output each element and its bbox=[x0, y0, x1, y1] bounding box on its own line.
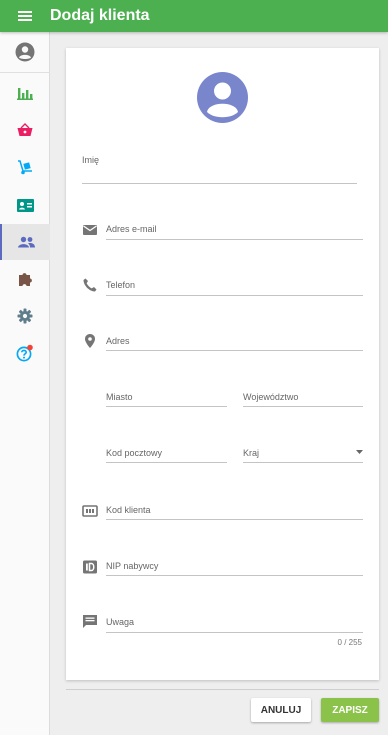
phone-label: Telefon bbox=[106, 280, 136, 290]
email-field[interactable]: Adres e-mail bbox=[106, 218, 363, 240]
first-name-field[interactable]: Imię bbox=[82, 148, 357, 184]
postal-code-label: Kod pocztowy bbox=[106, 448, 163, 458]
help-icon bbox=[16, 344, 33, 362]
note-label: Uwaga bbox=[106, 617, 135, 627]
sidebar-item-extensions[interactable] bbox=[0, 261, 50, 297]
sidebar-item-delivery[interactable] bbox=[0, 149, 50, 185]
sidebar-item-sales[interactable] bbox=[0, 112, 50, 148]
phone-field[interactable]: Telefon bbox=[106, 274, 363, 296]
nip-field[interactable]: NIP nabywcy bbox=[106, 555, 363, 576]
sidebar-item-settings[interactable] bbox=[0, 298, 50, 334]
sidebar-item-contacts[interactable] bbox=[0, 187, 50, 223]
notification-badge bbox=[27, 344, 33, 351]
dropdown-arrow-icon bbox=[356, 450, 363, 454]
sidebar-item-account[interactable] bbox=[0, 34, 50, 70]
people-icon bbox=[17, 236, 35, 248]
country-select[interactable]: Kraj bbox=[243, 442, 363, 463]
bar-chart-icon bbox=[17, 88, 33, 100]
avatar-placeholder-icon bbox=[197, 72, 248, 123]
sidebar-item-reports[interactable] bbox=[0, 75, 50, 111]
customer-code-label: Kod klienta bbox=[106, 505, 151, 515]
postal-code-field[interactable]: Kod pocztowy bbox=[106, 442, 227, 463]
customer-code-icon bbox=[82, 505, 98, 517]
phone-icon bbox=[83, 278, 97, 292]
address-field[interactable]: Adres bbox=[106, 330, 363, 351]
customer-code-field[interactable]: Kod klienta bbox=[106, 499, 363, 520]
note-char-counter: 0 / 255 bbox=[337, 638, 362, 647]
sidebar-divider bbox=[0, 72, 50, 73]
hand-truck-icon bbox=[18, 160, 32, 175]
id-badge-icon bbox=[83, 560, 97, 574]
contact-card-icon bbox=[16, 198, 34, 212]
province-label: Województwo bbox=[243, 392, 299, 402]
basket-icon bbox=[17, 123, 33, 136]
email-icon bbox=[83, 225, 97, 235]
address-label: Adres bbox=[106, 336, 130, 346]
sidebar-item-customers[interactable] bbox=[0, 224, 50, 260]
account-circle-icon bbox=[15, 42, 35, 62]
nip-label: NIP nabywcy bbox=[106, 561, 159, 571]
page-title: Dodaj klienta bbox=[50, 7, 150, 24]
sidebar-nav bbox=[0, 32, 50, 735]
footer-divider bbox=[66, 689, 379, 690]
city-field[interactable]: Miasto bbox=[106, 386, 227, 407]
comment-icon bbox=[83, 615, 97, 628]
customer-form-card: Imię Adres e-mail Telefon Adres Miasto W… bbox=[66, 48, 379, 680]
puzzle-icon bbox=[19, 273, 32, 286]
province-field[interactable]: Województwo bbox=[243, 386, 363, 407]
menu-icon[interactable] bbox=[0, 0, 50, 32]
country-label: Kraj bbox=[243, 448, 260, 458]
first-name-label: Imię bbox=[82, 155, 100, 165]
save-button[interactable]: ZAPISZ bbox=[321, 698, 379, 722]
city-label: Miasto bbox=[106, 392, 133, 402]
gear-icon bbox=[17, 308, 33, 324]
note-field[interactable]: Uwaga bbox=[106, 611, 363, 633]
app-bar: Dodaj klienta bbox=[0, 0, 388, 32]
sidebar-item-help[interactable] bbox=[0, 335, 50, 371]
cancel-button[interactable]: ANULUJ bbox=[251, 698, 311, 722]
email-label: Adres e-mail bbox=[106, 224, 157, 234]
location-pin-icon bbox=[85, 334, 95, 348]
